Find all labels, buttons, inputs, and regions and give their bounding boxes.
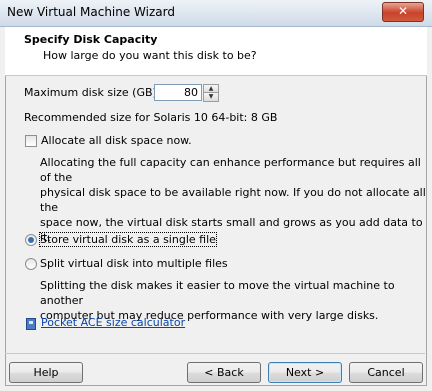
next-button[interactable]: Next > [268,362,342,383]
back-button[interactable]: < Back [187,362,261,383]
single-file-label[interactable]: Store virtual disk as a single file [39,232,217,247]
split-description-line: Splitting the disk makes it easier to mo… [40,279,395,307]
allocate-description: Allocating the full capacity can enhance… [40,155,432,245]
disk-size-stepper: ▲ ▼ [203,84,219,102]
cancel-button[interactable]: Cancel [349,362,423,383]
close-icon: ✕ [397,4,409,18]
footer-divider [5,353,425,354]
help-button[interactable]: Help [9,362,83,383]
arrow-up-icon: ▲ [208,85,214,92]
wizard-header: Specify Disk Capacity How large do you w… [5,27,427,76]
allocate-description-line: Allocating the full capacity can enhance… [40,156,421,184]
title-bar: New Virtual Machine Wizard ✕ [0,0,432,27]
window-title: New Virtual Machine Wizard [7,5,175,19]
single-file-radio[interactable] [25,234,37,246]
size-calculator-link[interactable]: Pocket ACE size calculator [41,316,185,329]
page-subtitle: How large do you want this disk to be? [43,49,257,62]
page-title: Specify Disk Capacity [24,33,158,46]
allocate-all-checkbox[interactable] [25,135,37,147]
multiple-files-radio[interactable] [25,258,37,270]
recommended-size-text: Recommended size for Solaris 10 64-bit: … [24,111,278,124]
disk-size-input[interactable]: 80 [154,84,202,101]
allocate-description-line: physical disk space to be available righ… [40,186,426,214]
allocate-all-label[interactable]: Allocate all disk space now. [41,134,192,147]
close-button[interactable]: ✕ [382,2,424,22]
multiple-files-label[interactable]: Split virtual disk into multiple files [40,257,228,270]
arrow-down-icon: ▼ [208,93,214,100]
disk-size-label: Maximum disk size (GB): [24,86,161,99]
calculator-icon [26,318,36,330]
decrease-size-button[interactable]: ▼ [203,92,219,102]
